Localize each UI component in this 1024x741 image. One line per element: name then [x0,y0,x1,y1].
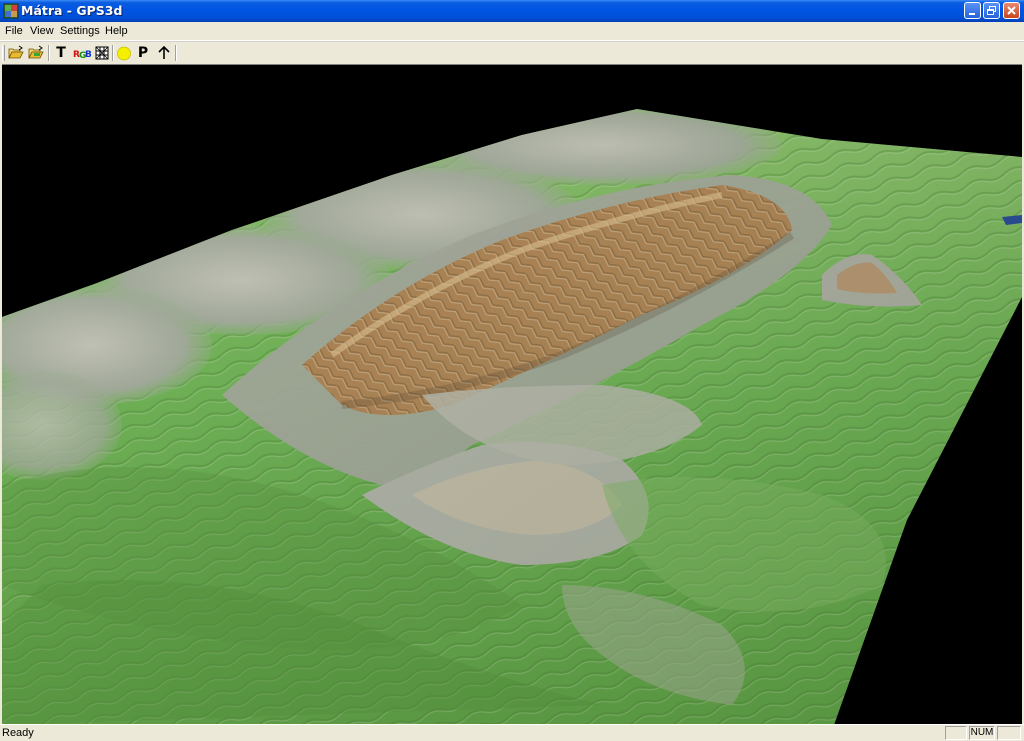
title-bar[interactable]: Mátra - GPS3d [0,0,1024,22]
grid-icon [95,46,109,60]
app-window: Mátra - GPS3d File View Settings Help T … [0,0,1024,741]
rgb-icon: R G B [73,50,91,61]
text-t-icon: T [56,45,66,61]
folder-open-green-icon [28,45,44,59]
status-pane-num: NUM [969,726,995,740]
sun-icon [117,46,131,61]
minimize-icon [969,13,975,15]
menu-settings[interactable]: Settings [60,25,100,38]
close-button[interactable] [1003,2,1020,19]
status-pane-scroll [997,726,1021,740]
texture-button[interactable]: T [52,44,70,62]
toolbar-grip[interactable] [2,45,5,61]
status-pane-caps [945,726,967,740]
menu-help[interactable]: Help [105,25,128,38]
rgb-button[interactable]: R G B [73,44,91,62]
terrain-render[interactable] [2,65,1022,725]
svg-text:B: B [85,50,91,60]
folder-open-icon [8,45,24,59]
window-title: Mátra - GPS3d [21,3,123,18]
restore-icon [987,6,996,15]
letter-p-icon: P [137,45,149,61]
restore-button[interactable] [983,2,1000,19]
sun-light-button[interactable] [115,44,133,62]
toolbar: T R G B P [0,41,1024,63]
points-button[interactable]: P [134,44,152,62]
terrain-viewport[interactable] [2,64,1022,725]
toolbar-separator [175,45,177,61]
toolbar-separator [48,45,50,61]
arrow-up-icon [158,45,170,59]
close-icon [1007,6,1016,15]
open-track-button[interactable] [27,44,45,62]
minimize-button[interactable] [964,2,981,19]
menu-file[interactable]: File [5,25,23,38]
map-app-icon [3,3,19,19]
menu-view[interactable]: View [30,25,54,38]
menu-bar: File View Settings Help [0,22,1024,41]
north-arrow-button[interactable] [155,44,173,62]
toolbar-separator [112,45,114,61]
status-bar: Ready NUM [0,724,1024,741]
status-text: Ready [2,727,34,739]
grid-button[interactable] [93,44,111,62]
open-file-button[interactable] [7,44,25,62]
